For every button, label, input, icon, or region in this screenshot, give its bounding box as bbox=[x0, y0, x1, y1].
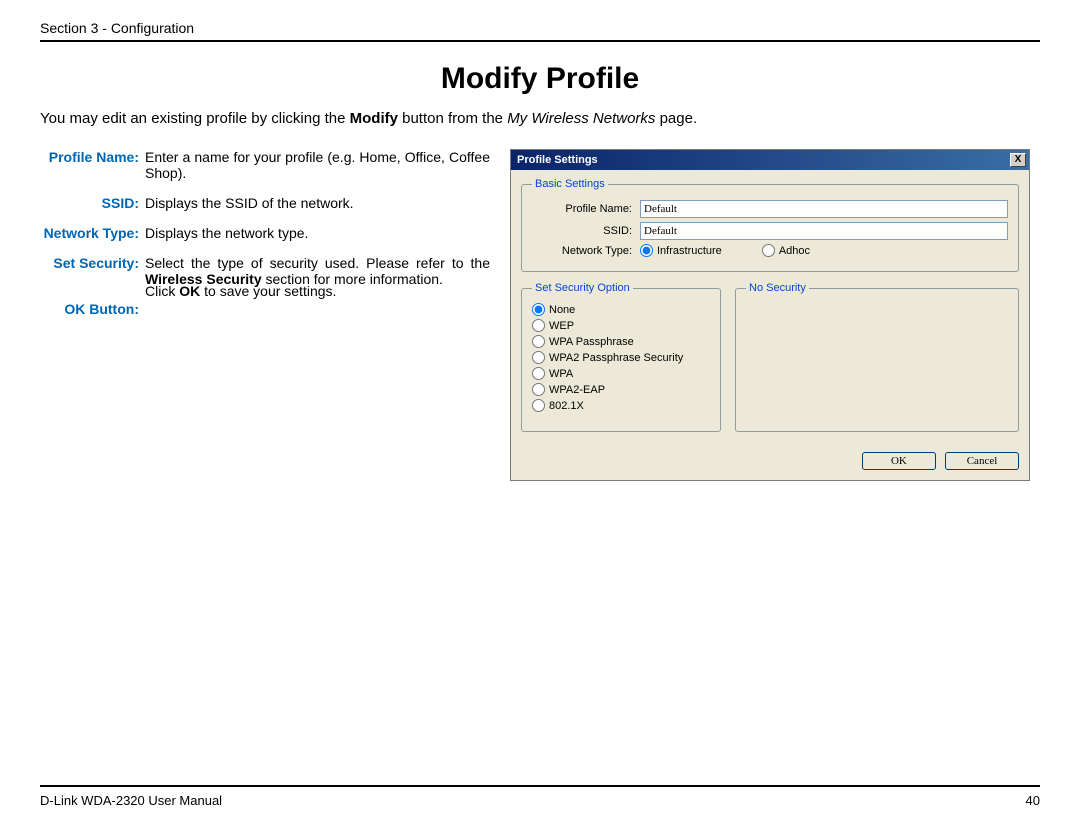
security-wpa-label: WPA bbox=[549, 368, 573, 380]
security-wpa-input[interactable] bbox=[532, 367, 545, 380]
security-wep-input[interactable] bbox=[532, 319, 545, 332]
intro-text: You may edit an existing profile by clic… bbox=[40, 110, 1040, 127]
security-8021x-radio[interactable]: 802.1X bbox=[532, 399, 710, 412]
def-network-type: Network Type: Displays the network type. bbox=[40, 225, 490, 241]
infrastructure-radio-input[interactable] bbox=[640, 244, 653, 257]
security-option-group: Set Security Option None WEP WPA Passphr… bbox=[521, 282, 721, 432]
def-ssid: SSID: Displays the SSID of the network. bbox=[40, 195, 490, 211]
security-wpapass-radio[interactable]: WPA Passphrase bbox=[532, 335, 710, 348]
security-none-label: None bbox=[549, 304, 575, 316]
footer-page: 40 bbox=[1026, 793, 1040, 808]
adhoc-radio-input[interactable] bbox=[762, 244, 775, 257]
def-label: Set Security: bbox=[40, 255, 145, 287]
adhoc-radio[interactable]: Adhoc bbox=[762, 244, 810, 257]
ssid-input[interactable] bbox=[640, 222, 1008, 240]
profile-settings-dialog: Profile Settings X Basic Settings Profil… bbox=[510, 149, 1030, 481]
adhoc-radio-label: Adhoc bbox=[779, 245, 810, 257]
dialog-title-text: Profile Settings bbox=[517, 154, 598, 166]
intro-prefix: You may edit an existing profile by clic… bbox=[40, 110, 350, 127]
security-wpa2eap-label: WPA2-EAP bbox=[549, 384, 605, 396]
dialog-titlebar: Profile Settings X bbox=[511, 150, 1029, 170]
def-ok-suffix: to save your settings. bbox=[200, 283, 336, 299]
def-profile-name: Profile Name: Enter a name for your prof… bbox=[40, 149, 490, 181]
infrastructure-radio-label: Infrastructure bbox=[657, 245, 722, 257]
footer-manual: D-Link WDA-2320 User Manual bbox=[40, 793, 222, 808]
security-wpa2pass-input[interactable] bbox=[532, 351, 545, 364]
cancel-button[interactable]: Cancel bbox=[945, 452, 1019, 470]
page-title: Modify Profile bbox=[40, 62, 1040, 96]
def-label: SSID: bbox=[40, 195, 145, 211]
security-wep-label: WEP bbox=[549, 320, 574, 332]
security-wpa2eap-input[interactable] bbox=[532, 383, 545, 396]
security-8021x-input[interactable] bbox=[532, 399, 545, 412]
intro-bold: Modify bbox=[350, 110, 398, 127]
profile-name-input[interactable] bbox=[640, 200, 1008, 218]
def-text: Click OK to save your settings. bbox=[145, 283, 490, 299]
no-security-group: No Security bbox=[735, 282, 1019, 432]
def-ok-bold: OK bbox=[179, 283, 200, 299]
basic-settings-group: Basic Settings Profile Name: SSID: Netwo… bbox=[521, 178, 1019, 272]
security-8021x-label: 802.1X bbox=[549, 400, 584, 412]
intro-italic: My Wireless Networks bbox=[507, 110, 655, 127]
security-wpapass-input[interactable] bbox=[532, 335, 545, 348]
security-none-input[interactable] bbox=[532, 303, 545, 316]
def-ok-prefix: Click bbox=[145, 283, 179, 299]
intro-suffix: page. bbox=[655, 110, 697, 127]
security-option-legend: Set Security Option bbox=[532, 282, 633, 294]
security-wpa2eap-radio[interactable]: WPA2-EAP bbox=[532, 383, 710, 396]
basic-settings-legend: Basic Settings bbox=[532, 178, 608, 190]
no-security-legend: No Security bbox=[746, 282, 809, 294]
security-wpa2pass-radio[interactable]: WPA2 Passphrase Security bbox=[532, 351, 710, 364]
page-footer: D-Link WDA-2320 User Manual 40 bbox=[40, 785, 1040, 808]
def-text: Enter a name for your profile (e.g. Home… bbox=[145, 149, 490, 181]
def-label: Profile Name: bbox=[40, 149, 145, 181]
security-wpa-radio[interactable]: WPA bbox=[532, 367, 710, 380]
def-label: Network Type: bbox=[40, 225, 145, 241]
def-text: Displays the network type. bbox=[145, 225, 490, 241]
profile-name-label: Profile Name: bbox=[532, 203, 632, 215]
network-type-label: Network Type: bbox=[532, 245, 632, 257]
def-sec-prefix: Select the type of security used. Please… bbox=[145, 255, 490, 271]
def-ok-button: OK Button: Click OK to save your setting… bbox=[40, 301, 490, 317]
security-none-radio[interactable]: None bbox=[532, 303, 710, 316]
section-header: Section 3 - Configuration bbox=[40, 20, 1040, 42]
security-wpapass-label: WPA Passphrase bbox=[549, 336, 634, 348]
ssid-label: SSID: bbox=[532, 225, 632, 237]
intro-mid: button from the bbox=[398, 110, 507, 127]
ok-button[interactable]: OK bbox=[862, 452, 936, 470]
def-text: Displays the SSID of the network. bbox=[145, 195, 490, 211]
infrastructure-radio[interactable]: Infrastructure bbox=[640, 244, 722, 257]
def-label: OK Button: bbox=[40, 301, 145, 317]
security-wpa2pass-label: WPA2 Passphrase Security bbox=[549, 352, 683, 364]
security-wep-radio[interactable]: WEP bbox=[532, 319, 710, 332]
definitions-column: Profile Name: Enter a name for your prof… bbox=[40, 149, 490, 331]
close-icon[interactable]: X bbox=[1010, 153, 1026, 167]
